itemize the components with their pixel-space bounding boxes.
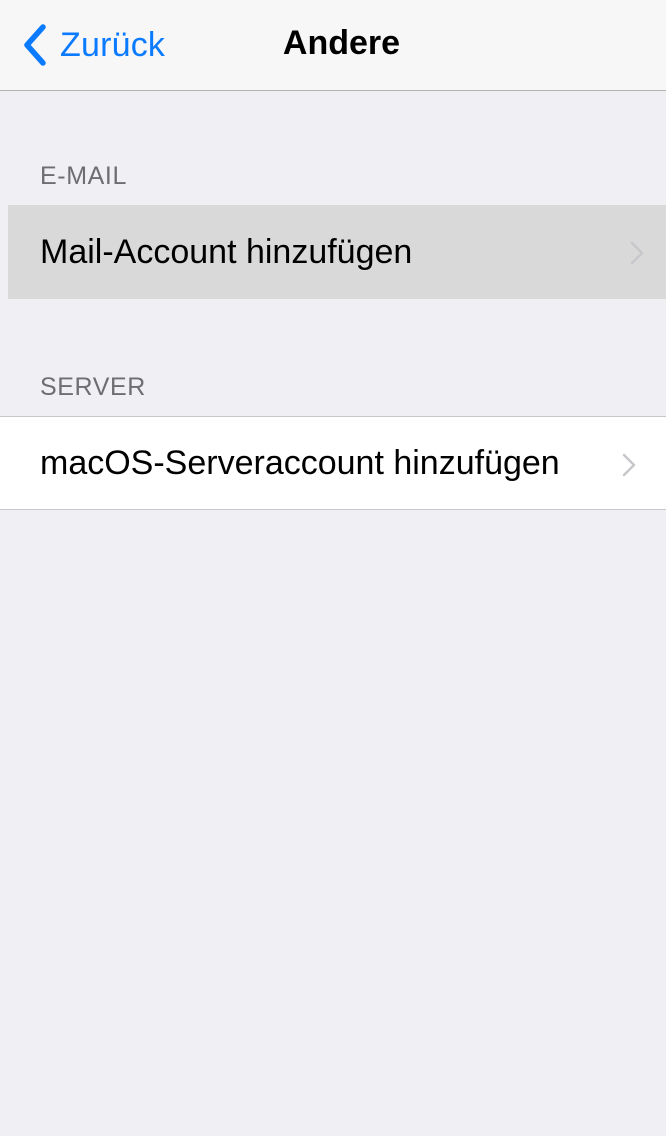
page-title: Andere	[282, 24, 401, 62]
chevron-right-icon	[622, 453, 636, 477]
chevron-right-icon	[630, 241, 644, 265]
navigation-bar: Zurück Andere	[0, 0, 666, 91]
section-header-email: E-MAIL	[40, 162, 127, 190]
add-macos-server-account-row[interactable]: macOS-Serveraccount hinzufügen	[0, 416, 666, 510]
add-mail-account-label: Mail-Account hinzufügen	[40, 232, 413, 271]
add-mail-account-row[interactable]: Mail-Account hinzufügen	[8, 205, 666, 299]
add-macos-server-account-label: macOS-Serveraccount hinzufügen	[40, 443, 560, 482]
section-header-server: SERVER	[40, 373, 146, 401]
